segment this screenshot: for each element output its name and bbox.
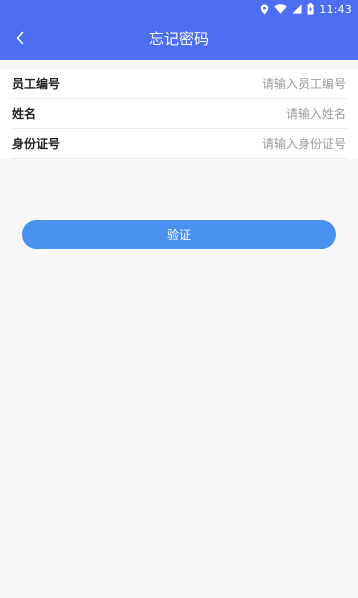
employee-id-row: 员工编号: [10, 69, 348, 99]
verify-button[interactable]: 验证: [22, 220, 336, 249]
back-button[interactable]: [6, 25, 34, 53]
signal-icon: [292, 4, 302, 14]
name-input[interactable]: [148, 100, 348, 127]
employee-id-label: 员工编号: [12, 77, 61, 91]
chevron-left-icon: [15, 30, 25, 49]
battery-icon: [307, 3, 314, 15]
name-label: 姓名: [12, 107, 37, 121]
forgot-password-screen: 11:43 忘记密码 员工编号 姓名 身份证号 验证: [0, 0, 358, 598]
verification-form: 员工编号 姓名 身份证号: [0, 69, 358, 159]
location-icon: [260, 4, 269, 15]
id-card-row: 身份证号: [10, 129, 348, 159]
employee-id-input[interactable]: [148, 70, 348, 97]
id-card-input[interactable]: [148, 130, 348, 157]
wifi-icon: [274, 4, 288, 14]
app-bar: 忘记密码: [0, 18, 358, 60]
status-bar: 11:43: [0, 0, 358, 18]
name-row: 姓名: [10, 99, 348, 129]
page-title: 忘记密码: [148, 30, 209, 48]
id-card-label: 身份证号: [12, 137, 61, 151]
status-time: 11:43: [319, 2, 352, 16]
